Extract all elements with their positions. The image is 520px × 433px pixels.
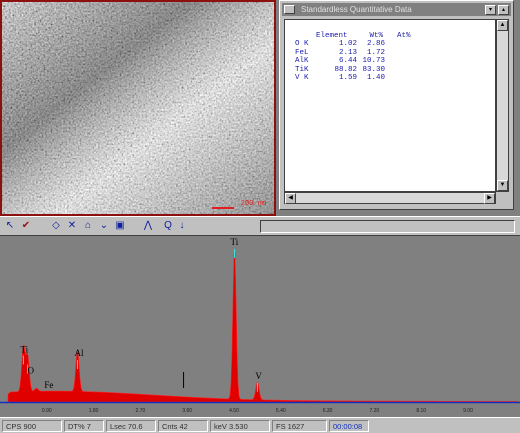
scroll-right-button[interactable]: ▶ (484, 193, 495, 204)
wt-cell: 88.82 (334, 65, 357, 74)
result-row: TiK 88.82 83.30 (295, 66, 385, 75)
wt-cell: 6.44 (338, 57, 357, 65)
x-tick-label: 6.30 (323, 408, 333, 414)
element-cell: FeL (295, 48, 309, 57)
result-row: O K 1.02 2.86 (295, 40, 385, 49)
eds-spectrum: Ti O Fe Al Ti V 0.90 1.80 2.70 3.60 4.50 5.40 6.30 7.… (0, 237, 520, 414)
at-cell: 1.72 (366, 48, 385, 57)
wt-cell: 1.02 (338, 40, 357, 48)
result-row: V K 1.59 1.40 (295, 74, 385, 83)
horizontal-scrollbar[interactable]: ◀ ▶ (284, 192, 496, 204)
minimize-button[interactable]: ▾ (485, 4, 496, 15)
element-cell: AlK (295, 57, 309, 65)
spectrum-fill (7, 252, 519, 403)
element-cell: V K (295, 74, 309, 82)
kev-readout: keV 3.530 (210, 419, 270, 432)
x-tick-label: 4.50 (229, 408, 239, 414)
element-cell: TiK (295, 65, 309, 74)
system-menu-button[interactable] (284, 5, 295, 14)
dt-readout: DT% 7 (64, 419, 104, 432)
x-tick-label: 7.20 (370, 408, 380, 414)
peak-label: Al (74, 348, 83, 358)
element-cell: O K (295, 40, 309, 48)
close-x-icon[interactable]: ✕ (66, 220, 78, 232)
scale-label: 200 nm (240, 200, 266, 208)
results-rows: O K 1.02 2.86 FeL 2.13 1.72 AlK 6.44 10.73 TiK… (295, 40, 385, 83)
fs-readout: FS 1627 (272, 419, 327, 432)
at-cell: 83.30 (362, 65, 385, 74)
print-icon[interactable]: ▣ (114, 220, 126, 232)
window-title: Standardless Quantitative Data (301, 5, 412, 14)
window-titlebar[interactable]: Standardless Quantitative Data ▾ ▴ (282, 3, 511, 16)
quant-data-window: Standardless Quantitative Data ▾ ▴ Eleme… (279, 0, 514, 210)
result-row: AlK 6.44 10.73 (295, 57, 385, 66)
peak-label: Ti (20, 344, 28, 354)
lsec-readout: Lsec 70.6 (106, 419, 156, 432)
micrograph-image (2, 2, 274, 214)
spectrum-toolbar: ↖ ✔ ◇ ✕ ⌂ ⌄ ▣ ⋀ Q ↓ (0, 216, 520, 236)
peak-label: O (28, 366, 35, 376)
x-tick-label: 3.60 (182, 408, 192, 414)
header-at: At% (397, 32, 411, 40)
tem-micrograph: 200 nm (0, 0, 276, 216)
x-tick-label: 0.90 (42, 408, 52, 414)
at-cell: 1.40 (366, 74, 385, 82)
x-tick-label: 8.10 (416, 408, 426, 414)
x-tick-label: 5.40 (276, 408, 286, 414)
x-tick-label: 9.00 (463, 408, 473, 414)
spectrum-icon[interactable]: ⋀ (142, 220, 154, 232)
wt-cell: 1.59 (338, 74, 357, 82)
toolbar-input-field[interactable] (260, 220, 515, 233)
zoom-icon[interactable]: Q (162, 220, 174, 232)
peak-label: Fe (44, 380, 53, 390)
maximize-button[interactable]: ▴ (498, 4, 509, 15)
x-tick-label: 1.80 (89, 408, 99, 414)
down-arrow-icon[interactable]: ↓ (176, 220, 188, 232)
check-icon[interactable]: ✔ (20, 220, 32, 232)
peak-label: V (255, 371, 262, 381)
peak-down-icon[interactable]: ⌄ (98, 220, 110, 232)
header-element: Element (316, 32, 348, 40)
cursor-icon[interactable]: ↖ (4, 220, 16, 232)
elapsed-time: 00:00:08 (329, 419, 369, 432)
result-row: FeL 2.13 1.72 (295, 49, 385, 58)
peak-label: Ti (231, 237, 239, 247)
x-tick-label: 2.70 (136, 408, 146, 414)
scroll-left-button[interactable]: ◀ (285, 193, 296, 204)
cps-readout: CPS 900 (2, 419, 62, 432)
scroll-up-button[interactable]: ▲ (497, 20, 508, 31)
cnts-readout: Cnts 42 (158, 419, 208, 432)
scale-bar (212, 207, 234, 209)
scroll-down-button[interactable]: ▼ (497, 180, 508, 191)
status-bar: CPS 900 DT% 7 Lsec 70.6 Cnts 42 keV 3.53… (0, 417, 520, 433)
quant-results-pane: Element Wt% At% O K 1.02 2.86 FeL 2.13 1.72 Al… (284, 19, 496, 192)
peak-up-icon[interactable]: ⌂ (82, 220, 94, 232)
expand-icon[interactable]: ◇ (50, 220, 62, 232)
header-wt: Wt% (369, 32, 384, 40)
at-cell: 2.86 (366, 40, 385, 48)
vertical-scrollbar[interactable]: ▲ ▼ (496, 19, 509, 192)
wt-cell: 2.13 (338, 48, 357, 57)
at-cell: 10.73 (362, 57, 385, 65)
